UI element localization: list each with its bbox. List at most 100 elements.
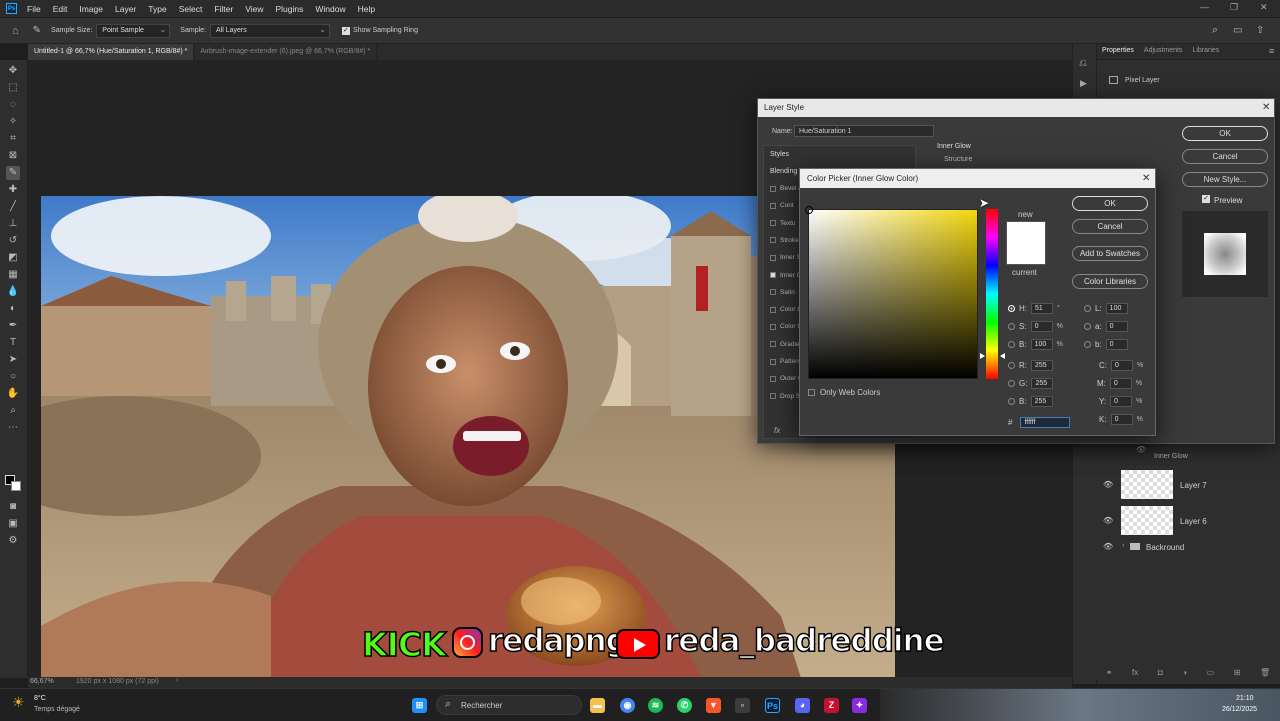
whatsapp-icon[interactable]: ✆	[677, 698, 692, 713]
home-icon[interactable]: ⌂	[12, 25, 19, 37]
lab-l-field[interactable]: 100	[1105, 303, 1128, 314]
brave-icon[interactable]: ▼	[706, 698, 721, 713]
more-tools-icon[interactable]: ⋯	[6, 421, 20, 435]
inner-glow-effect[interactable]: Inner Glow	[1154, 453, 1188, 460]
actions-panel-icon[interactable]: ▶	[1080, 78, 1087, 89]
saturation-field[interactable]: 0	[1030, 321, 1053, 332]
chrome-icon[interactable]: ◉	[620, 698, 635, 713]
show-ring-checkbox[interactable]: ✓	[341, 26, 350, 35]
crop-tool-icon[interactable]: ⌗	[6, 132, 20, 146]
start-icon[interactable]: ⊞	[412, 698, 427, 713]
color-libraries-button[interactable]: Color Libraries	[1072, 274, 1148, 289]
new-style-button[interactable]: New Style...	[1182, 172, 1268, 187]
style-checkbox[interactable]	[770, 289, 776, 296]
style-checkbox[interactable]	[770, 341, 776, 348]
menu-edit[interactable]: Edit	[47, 4, 74, 14]
sample-select[interactable]: All Layers	[209, 23, 330, 38]
eraser-tool-icon[interactable]: ◩	[6, 251, 20, 265]
menu-window[interactable]: Window	[309, 4, 351, 14]
zoom-tool-icon[interactable]: ⌕	[6, 404, 20, 418]
red-field[interactable]: 255	[1031, 360, 1053, 371]
style-item[interactable]: Textu	[770, 220, 796, 227]
group-icon[interactable]: ▭	[1207, 668, 1215, 677]
hue-slider[interactable]	[986, 209, 998, 379]
background-color-swatch[interactable]	[11, 481, 21, 491]
menu-select[interactable]: Select	[173, 4, 209, 14]
style-item[interactable]: Cont	[770, 202, 794, 209]
style-item[interactable]: Color O	[770, 306, 802, 313]
style-checkbox[interactable]	[770, 272, 776, 278]
yellow-field[interactable]: 0	[1110, 396, 1133, 407]
style-item[interactable]: Pattern	[770, 358, 801, 365]
trash-icon[interactable]: 🗑	[1260, 668, 1270, 677]
photoshop-taskbar-icon[interactable]: Ps	[765, 698, 780, 713]
adjustment-icon[interactable]: ◑	[1182, 668, 1187, 677]
green-radio[interactable]	[1008, 380, 1015, 387]
healing-brush-icon[interactable]: ✚	[6, 183, 20, 197]
stamp-tool-icon[interactable]: ⊥	[6, 217, 20, 231]
quick-select-tool-icon[interactable]: ✧	[6, 115, 20, 129]
style-checkbox[interactable]	[770, 220, 776, 227]
maximize-icon[interactable]: ❐	[1230, 2, 1238, 13]
clock-time[interactable]: 21:10	[1236, 695, 1254, 702]
hue-field[interactable]: 51	[1031, 303, 1053, 314]
only-web-colors-checkbox[interactable]	[808, 389, 815, 396]
lab-b-field[interactable]: 0	[1105, 339, 1128, 350]
spotify-icon[interactable]: ≋	[648, 698, 663, 713]
add-to-swatches-button[interactable]: Add to Swatches	[1072, 246, 1148, 261]
history-brush-icon[interactable]: ↺	[6, 234, 20, 248]
visibility-eye-icon[interactable]: 👁	[1103, 542, 1113, 551]
red-radio[interactable]	[1008, 362, 1015, 369]
effect-eye-icon[interactable]: 👁	[1136, 445, 1146, 454]
preview-checkbox[interactable]: ✓	[1202, 195, 1210, 203]
menu-view[interactable]: View	[239, 4, 269, 14]
menu-file[interactable]: File	[21, 4, 47, 14]
mask-icon[interactable]: ◘	[1158, 668, 1163, 677]
cyan-field[interactable]: 0	[1111, 360, 1133, 371]
hex-field[interactable]: ffffff	[1020, 417, 1071, 428]
minimize-icon[interactable]: —	[1200, 2, 1209, 12]
current-color-swatch[interactable]	[1006, 243, 1046, 265]
move-tool-icon[interactable]: ✥	[6, 64, 20, 78]
history-panel-icon[interactable]: ⎌	[1079, 58, 1087, 69]
blue-radio[interactable]	[1008, 398, 1015, 405]
style-item[interactable]: Stroke	[770, 237, 799, 244]
lab-a-radio[interactable]	[1084, 323, 1091, 330]
sample-size-select[interactable]: Point Sample	[96, 23, 171, 38]
menu-plugins[interactable]: Plugins	[269, 4, 309, 14]
eyedropper-tool-icon[interactable]: ✎	[33, 25, 41, 36]
close-window-icon[interactable]: ✕	[1260, 2, 1268, 13]
layer-row[interactable]: 👁 › Backround	[1096, 540, 1280, 556]
hand-tool-icon[interactable]: ✋	[6, 387, 20, 401]
tab-libraries[interactable]: Libraries	[1187, 44, 1224, 59]
brush-tool-icon[interactable]: ╱	[6, 200, 20, 214]
lab-a-field[interactable]: 0	[1105, 321, 1128, 332]
green-field[interactable]: 255	[1031, 378, 1054, 389]
frame-tool-icon[interactable]: ⊠	[6, 149, 20, 163]
style-checkbox[interactable]	[770, 358, 776, 365]
share-icon[interactable]: ⇧	[1256, 25, 1264, 36]
lab-b-radio[interactable]	[1084, 341, 1091, 348]
chevron-right-icon[interactable]: ›	[1122, 542, 1124, 549]
new-layer-icon[interactable]: ⊞	[1234, 668, 1241, 677]
saturation-radio[interactable]	[1008, 323, 1015, 330]
app-purple-icon[interactable]: ✦	[852, 698, 867, 713]
layer-style-close-icon[interactable]: ✕	[1262, 102, 1270, 113]
ok-button[interactable]: OK	[1072, 196, 1148, 211]
blur-tool-icon[interactable]: 💧	[6, 285, 20, 299]
clock-date[interactable]: 26/12/2025	[1222, 706, 1257, 713]
layer-row[interactable]: 👁 Layer 6	[1096, 504, 1280, 536]
cancel-button[interactable]: Cancel	[1072, 219, 1148, 234]
search-icon[interactable]: ⌕	[1212, 24, 1218, 37]
discord-icon[interactable]: ◕	[795, 698, 810, 713]
style-checkbox[interactable]	[770, 375, 776, 382]
color-field[interactable]	[805, 206, 978, 379]
link-icon[interactable]: ⚭	[1106, 668, 1113, 677]
fx-menu-icon[interactable]: fx	[774, 426, 780, 435]
black-field[interactable]: 0	[1110, 414, 1133, 425]
pen-tool-icon[interactable]: ✒	[6, 319, 20, 333]
path-select-icon[interactable]: ➤	[6, 353, 20, 367]
style-item[interactable]: Inner G	[770, 272, 802, 279]
tab-untitled[interactable]: Untitled-1 @ 66,7% (Hue/Saturation 1, RG…	[28, 44, 195, 60]
app-red-icon[interactable]: Z	[824, 698, 839, 713]
